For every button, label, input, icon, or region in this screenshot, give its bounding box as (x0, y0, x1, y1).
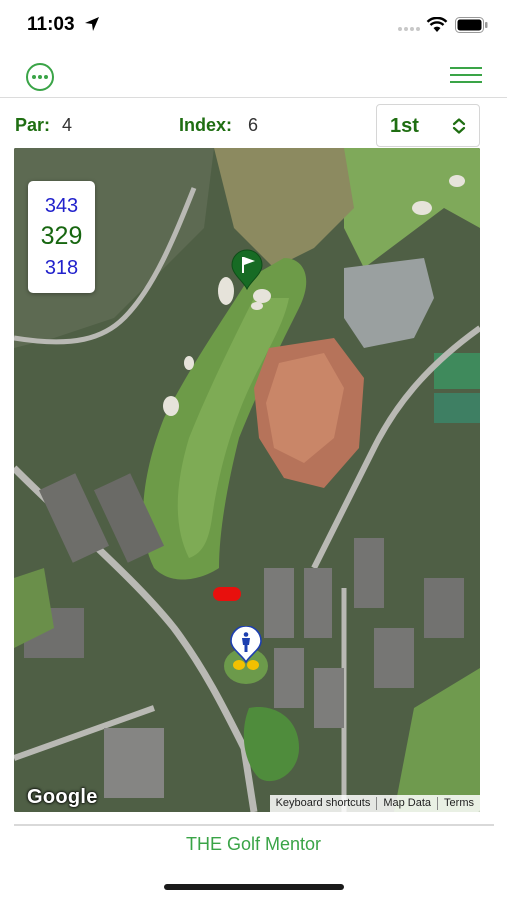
player-location-pin-icon[interactable] (228, 626, 264, 672)
distance-back: 343 (44, 195, 79, 217)
home-indicator[interactable] (164, 884, 344, 890)
keyboard-shortcuts-link[interactable]: Keyboard shortcuts (270, 797, 378, 810)
hole-selector-value: 1st (390, 115, 419, 137)
distance-middle: 329 (40, 222, 83, 250)
map-attribution: Keyboard shortcuts Map Data Terms (269, 795, 480, 812)
hamburger-menu-icon[interactable] (450, 65, 482, 85)
map-data-link[interactable]: Map Data (377, 797, 439, 810)
distance-front: 318 (44, 257, 79, 279)
status-bar: 11:03 (0, 0, 507, 50)
par-value: 4 (62, 115, 73, 135)
brand-footer: THE Golf Mentor (185, 834, 322, 854)
more-options-icon[interactable] (25, 62, 55, 92)
terms-link[interactable]: Terms (438, 797, 480, 810)
index-label: Index: (179, 115, 233, 135)
hole-info-row: Par: 4 Index: 6 1st (0, 100, 507, 148)
satellite-map[interactable]: 343 329 318 Google Keyboard shortcuts Ma… (14, 148, 480, 812)
status-time: 11:03 (27, 14, 75, 35)
hole-selector[interactable]: 1st (376, 104, 480, 147)
green-flag-pin-icon[interactable] (229, 248, 265, 290)
distance-card: 343 329 318 (28, 181, 95, 293)
battery-icon (455, 17, 488, 33)
up-down-chevron-icon (452, 118, 466, 134)
location-arrow-icon (85, 17, 99, 31)
wifi-icon (426, 17, 448, 32)
par-label: Par: (15, 115, 51, 135)
nav-bar (0, 52, 507, 98)
footer-divider (14, 824, 494, 826)
signal-icon (398, 27, 420, 31)
google-logo: Google (27, 786, 98, 808)
target-marker[interactable] (213, 587, 241, 601)
index-value: 6 (248, 115, 259, 135)
